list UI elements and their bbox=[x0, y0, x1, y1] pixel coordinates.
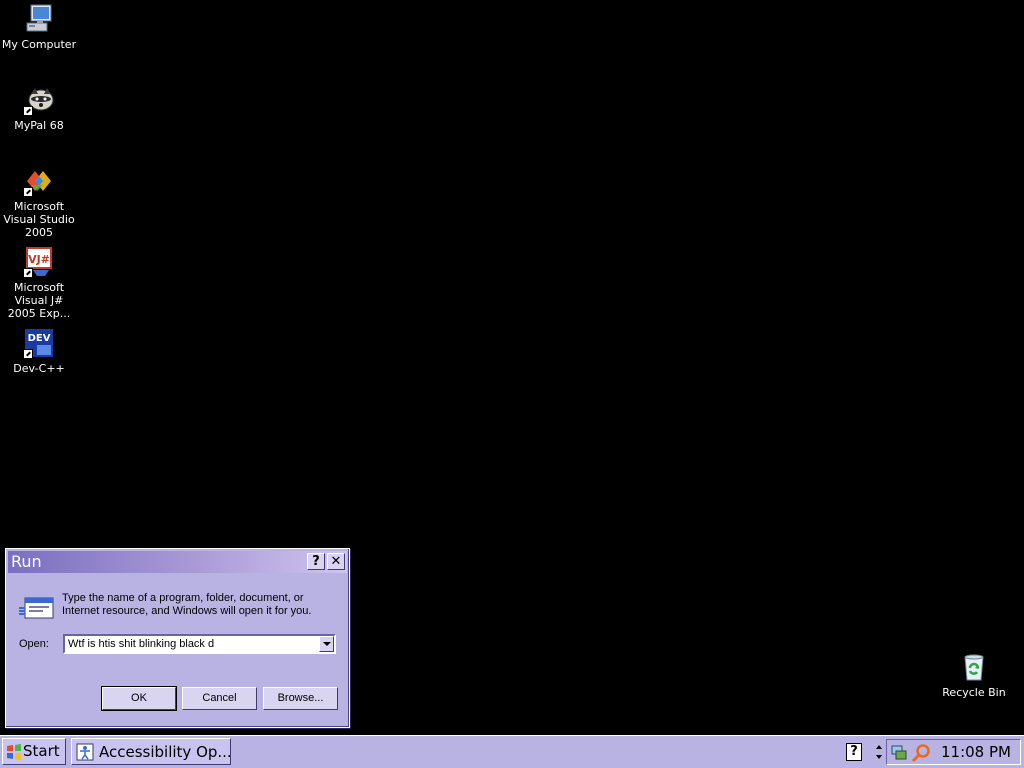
visual-studio-icon bbox=[23, 165, 55, 197]
desktop-icon-dev-cpp[interactable]: DEV Dev-C++ bbox=[0, 327, 79, 375]
run-description: Type the name of a program, folder, docu… bbox=[62, 592, 312, 617]
taskbar-item-label: Accessibility Op... bbox=[99, 743, 232, 761]
desktop-icon-label: Recycle Bin bbox=[942, 686, 1006, 699]
help-button[interactable]: ? bbox=[307, 553, 325, 570]
taskbar: Start Accessibility Op... ? 11:08 PM bbox=[0, 735, 1024, 768]
svg-text:VJ#: VJ# bbox=[28, 253, 50, 266]
open-combobox[interactable]: Wtf is htis shit blinking black d bbox=[63, 634, 336, 654]
start-label: Start bbox=[23, 742, 60, 760]
dev-cpp-icon: DEV bbox=[23, 327, 55, 359]
desktop: My Computer MyPal 68 Microsoft Visual St… bbox=[0, 0, 1024, 735]
open-label: Open: bbox=[19, 638, 49, 650]
desktop-icon-my-computer[interactable]: My Computer bbox=[0, 3, 79, 51]
run-program-icon bbox=[19, 595, 55, 621]
shortcut-arrow-icon bbox=[23, 268, 33, 278]
desktop-icon-label: MyPal 68 bbox=[14, 119, 64, 132]
shortcut-arrow-icon bbox=[23, 349, 33, 359]
run-titlebar[interactable]: Run ? ✕ bbox=[8, 551, 347, 573]
desktop-icon-label: Dev-C++ bbox=[13, 362, 65, 375]
desktop-icon-label: Microsoft Visual Studio 2005 bbox=[3, 200, 75, 239]
clock[interactable]: 11:08 PM bbox=[941, 743, 1011, 761]
recycle-bin-icon bbox=[958, 651, 990, 683]
start-button[interactable]: Start bbox=[2, 738, 66, 765]
desktop-icon-label: Microsoft Visual J# 2005 Exp... bbox=[7, 281, 71, 320]
desktop-icon-visual-jsharp[interactable]: VJ# Microsoft Visual J# 2005 Exp... bbox=[0, 246, 79, 320]
cancel-button[interactable]: Cancel bbox=[182, 687, 257, 710]
system-tray: 11:08 PM bbox=[886, 739, 1021, 765]
accessibility-options-icon bbox=[76, 743, 94, 761]
desktop-icon-visual-studio[interactable]: Microsoft Visual Studio 2005 bbox=[0, 165, 79, 239]
mypal-raccoon-icon bbox=[23, 84, 55, 116]
desktop-icon-label: My Computer bbox=[1, 38, 77, 51]
windows-flag-icon bbox=[6, 744, 22, 760]
taskbar-item-accessibility-options[interactable]: Accessibility Op... bbox=[71, 738, 232, 765]
svg-text:DEV: DEV bbox=[28, 333, 51, 344]
help-icon[interactable]: ? bbox=[846, 743, 862, 761]
run-dialog: Run ? ✕ Type the name of a program, fold… bbox=[5, 548, 350, 728]
desktop-icon-mypal[interactable]: MyPal 68 bbox=[0, 84, 79, 132]
open-input[interactable]: Wtf is htis shit blinking black d bbox=[68, 637, 214, 651]
desktop-icon-recycle-bin[interactable]: Recycle Bin bbox=[934, 651, 1014, 699]
close-button[interactable]: ✕ bbox=[327, 553, 345, 570]
search-icon[interactable] bbox=[911, 743, 931, 763]
browse-button[interactable]: Browse... bbox=[263, 687, 338, 710]
visual-jsharp-icon: VJ# bbox=[23, 246, 55, 278]
shortcut-arrow-icon bbox=[23, 106, 33, 116]
chevron-down-icon[interactable] bbox=[319, 636, 334, 652]
tray-scroll-arrows-icon[interactable] bbox=[875, 741, 883, 763]
network-icon[interactable] bbox=[890, 743, 908, 761]
shortcut-arrow-icon bbox=[23, 187, 33, 197]
my-computer-icon bbox=[23, 3, 55, 35]
ok-button[interactable]: OK bbox=[101, 686, 177, 711]
run-title: Run bbox=[11, 552, 42, 571]
